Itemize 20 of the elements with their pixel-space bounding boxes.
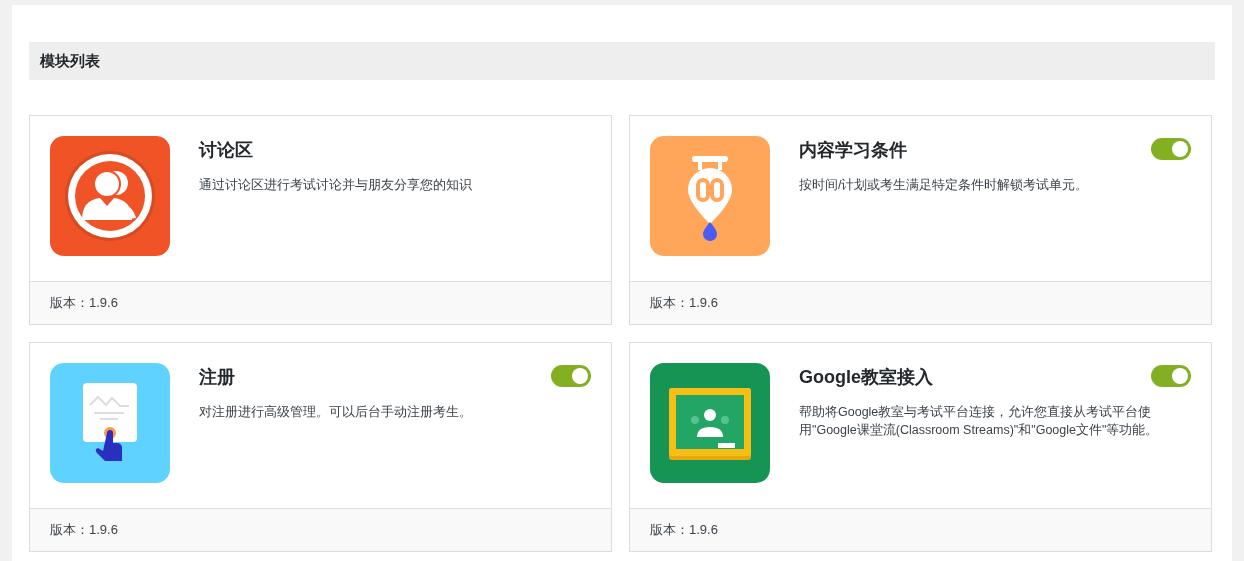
- toggle-switch[interactable]: [1151, 365, 1191, 387]
- module-description: 按时间/计划或考生满足特定条件时解锁考试单元。: [799, 177, 1090, 194]
- toggle-switch[interactable]: [1151, 138, 1191, 160]
- section-title: 模块列表: [40, 50, 100, 71]
- version-label: 版本：1.9.6: [650, 294, 718, 313]
- module-title: 内容学习条件: [799, 139, 907, 162]
- classroom-icon: [650, 363, 770, 483]
- module-title: 注册: [199, 366, 235, 389]
- version-label: 版本：1.9.6: [50, 521, 118, 540]
- module-title: 讨论区: [199, 139, 253, 162]
- module-title: Google教室接入: [799, 366, 933, 389]
- module-description: 对注册进行高级管理。可以后台手动注册考生。: [199, 404, 473, 421]
- hand-tap-icon: [50, 363, 170, 483]
- version-label: 版本：1.9.6: [650, 521, 718, 540]
- people-icon: [50, 136, 170, 256]
- module-description: 通过讨论区进行考试讨论并与朋友分享您的知识: [199, 177, 473, 194]
- module-description: 帮助将Google教室与考试平台连接，允许您直接从考试平台使用"Google课堂流(Classroom Streams)"和"Google文件"等功能。: [799, 404, 1160, 439]
- pin-icon: [650, 136, 770, 256]
- version-label: 版本：1.9.6: [50, 294, 118, 313]
- toggle-switch[interactable]: [551, 365, 591, 387]
